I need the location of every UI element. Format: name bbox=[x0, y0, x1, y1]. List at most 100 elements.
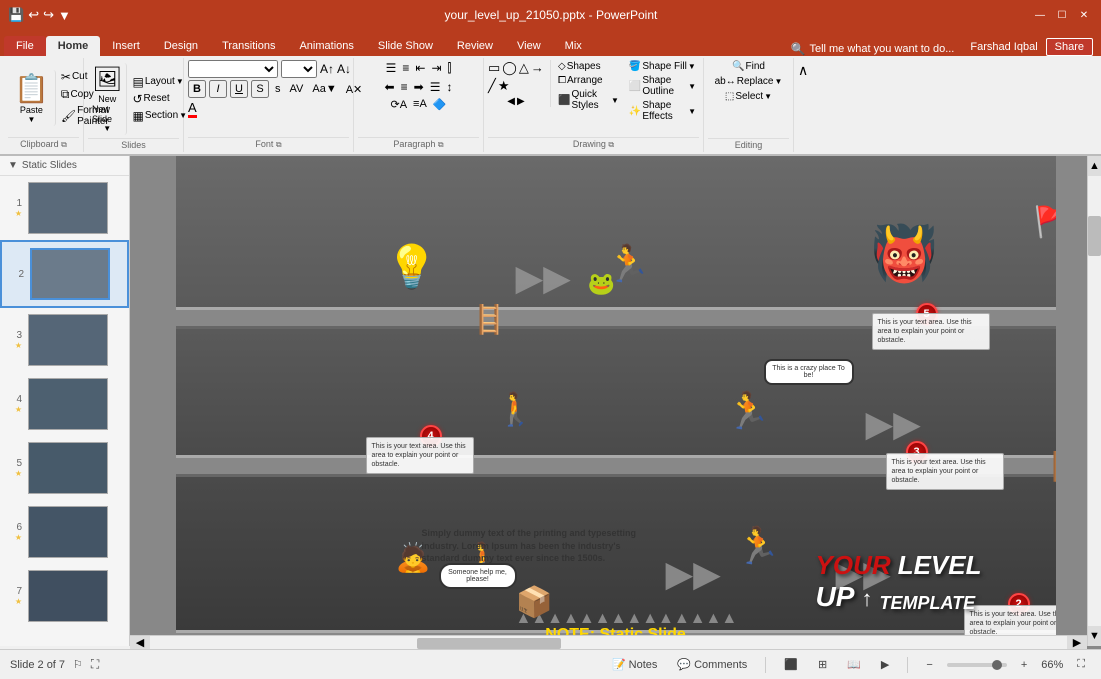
clipboard-dialog-icon[interactable]: ⧉ bbox=[61, 140, 67, 149]
font-color-button[interactable]: A bbox=[188, 100, 197, 118]
line-spacing-button[interactable]: ↕ bbox=[444, 79, 454, 95]
save-icon[interactable]: 💾 bbox=[8, 7, 24, 23]
line-shape[interactable]: ╱ bbox=[488, 78, 496, 94]
bold-button[interactable]: B bbox=[188, 80, 206, 98]
notes-button[interactable]: 📝 Notes bbox=[606, 656, 663, 673]
replace-button[interactable]: ab↔ Replace ▼ bbox=[712, 75, 786, 88]
collapse-ribbon-button[interactable]: ∧ bbox=[798, 62, 808, 79]
slide-thumb-4[interactable]: 4 ★ bbox=[0, 372, 129, 436]
quick-styles-button[interactable]: ⬛ Quick Styles ▼ bbox=[555, 88, 622, 112]
find-button[interactable]: 🔍 Find bbox=[729, 60, 768, 73]
columns-button[interactable]: ⫿ bbox=[446, 60, 454, 77]
tab-insert[interactable]: Insert bbox=[100, 36, 152, 56]
align-center-button[interactable]: ≡ bbox=[399, 79, 410, 95]
redo-icon[interactable]: ↪ bbox=[43, 7, 54, 23]
justify-button[interactable]: ☰ bbox=[428, 79, 443, 95]
fit-slide-button[interactable]: ⛶ bbox=[91, 657, 99, 672]
paragraph-dialog-icon[interactable]: ⧉ bbox=[438, 140, 444, 149]
tab-view[interactable]: View bbox=[505, 36, 553, 56]
zoom-in-button[interactable]: + bbox=[1015, 657, 1033, 673]
paste-button[interactable]: 📋 Paste ▼ bbox=[8, 70, 56, 126]
triangle-shape[interactable]: △ bbox=[519, 60, 529, 76]
speech-bubble-2[interactable]: Someone help me, please! bbox=[439, 563, 517, 589]
slide-preview-6 bbox=[28, 506, 108, 558]
share-button[interactable]: Share bbox=[1046, 38, 1093, 56]
slide-thumb-3[interactable]: 3 ★ bbox=[0, 308, 129, 372]
increase-font-button[interactable]: A↑ bbox=[320, 62, 334, 76]
tab-home[interactable]: Home bbox=[46, 36, 101, 56]
body-textbox[interactable]: Simply dummy text of the printing and ty… bbox=[422, 527, 652, 565]
slide-canvas[interactable]: ▲▲▲▲▲▲▲▲▲▲▲▲▲▲ ▶▶ ▶▶ ▶▶ ▶▶ 💡 👹 🏃 🏃 🚶 🚶 🏃… bbox=[176, 156, 1056, 649]
normal-view-button[interactable]: ⬛ bbox=[778, 656, 804, 673]
horizontal-scrollbar[interactable]: ◀ ▶ bbox=[130, 635, 1087, 649]
zoom-thumb[interactable] bbox=[992, 660, 1002, 670]
customize-icon[interactable]: ▼ bbox=[58, 8, 71, 23]
section-button[interactable]: ▦ Section ▼ bbox=[129, 108, 190, 124]
bullets-button[interactable]: ☰ bbox=[384, 60, 399, 77]
zoom-slider[interactable] bbox=[947, 663, 1007, 667]
spacing-button[interactable]: AV bbox=[287, 82, 307, 96]
tab-mix[interactable]: Mix bbox=[553, 36, 594, 56]
shape-effects-button[interactable]: ✨ Shape Effects ▼ bbox=[626, 99, 699, 123]
strikethrough-button[interactable]: S bbox=[251, 80, 269, 98]
slide-thumb-2[interactable]: 2 bbox=[0, 240, 129, 308]
minimize-button[interactable]: — bbox=[1031, 6, 1049, 24]
shape-more-right[interactable]: ▶ bbox=[517, 96, 525, 107]
textbox-3[interactable]: This is your text area. Use this area to… bbox=[886, 453, 1004, 490]
shadow-button[interactable]: s bbox=[272, 82, 284, 96]
close-button[interactable]: ✕ bbox=[1075, 6, 1093, 24]
oval-shape[interactable]: ◯ bbox=[502, 60, 517, 76]
tell-me-label[interactable]: Tell me what you want to do... bbox=[809, 43, 954, 55]
tab-transitions[interactable]: Transitions bbox=[210, 36, 287, 56]
zoom-out-button[interactable]: − bbox=[920, 657, 938, 673]
align-left-button[interactable]: ⬅ bbox=[383, 79, 397, 95]
font-dialog-icon[interactable]: ⧉ bbox=[276, 140, 282, 149]
maximize-button[interactable]: ☐ bbox=[1053, 6, 1071, 24]
slide-thumb-7[interactable]: 7 ★ bbox=[0, 564, 129, 628]
decrease-indent-button[interactable]: ⇤ bbox=[413, 60, 427, 77]
layout-button[interactable]: ▤ Layout ▼ bbox=[129, 74, 190, 90]
smartart-button[interactable]: 🔷 bbox=[431, 97, 449, 112]
case-button[interactable]: Aa▼ bbox=[309, 82, 339, 96]
slide-thumb-1[interactable]: 1 ★ bbox=[0, 176, 129, 240]
decrease-font-button[interactable]: A↓ bbox=[337, 62, 351, 76]
slide-thumb-6[interactable]: 6 ★ bbox=[0, 500, 129, 564]
undo-icon[interactable]: ↩ bbox=[28, 7, 39, 23]
tab-review[interactable]: Review bbox=[445, 36, 505, 56]
vertical-scrollbar[interactable]: ▲ ▼ bbox=[1087, 156, 1101, 646]
slide-thumb-5[interactable]: 5 ★ bbox=[0, 436, 129, 500]
shape-outline-button[interactable]: ⬜ Shape Outline ▼ bbox=[626, 74, 699, 98]
shapes-button[interactable]: ◇ Shapes bbox=[555, 60, 622, 73]
align-right-button[interactable]: ➡ bbox=[412, 79, 426, 95]
speech-bubble-1[interactable]: This is a crazy place To be! bbox=[764, 359, 854, 385]
tab-slideshow[interactable]: Slide Show bbox=[366, 36, 445, 56]
textbox-4[interactable]: This is your text area. Use this area to… bbox=[366, 437, 474, 474]
text-align-button[interactable]: ≡A bbox=[411, 97, 429, 112]
italic-button[interactable]: I bbox=[209, 80, 227, 98]
underline-button[interactable]: U bbox=[230, 80, 248, 98]
font-size-select[interactable] bbox=[281, 60, 317, 78]
tab-animations[interactable]: Animations bbox=[287, 36, 365, 56]
increase-indent-button[interactable]: ⇥ bbox=[429, 60, 443, 77]
tab-design[interactable]: Design bbox=[152, 36, 210, 56]
drawing-dialog-icon[interactable]: ⧉ bbox=[608, 140, 614, 149]
arrange-button[interactable]: ⧠ Arrange bbox=[555, 74, 622, 87]
fit-window-button[interactable]: ⛶ bbox=[1071, 656, 1091, 673]
star-shape[interactable]: ★ bbox=[498, 78, 510, 94]
font-family-select[interactable] bbox=[188, 60, 278, 78]
new-slide-button[interactable]: 🖼 New New Slide ▼ bbox=[88, 63, 127, 135]
select-button[interactable]: ⬚ Select ▼ bbox=[722, 90, 775, 103]
rectangle-shape[interactable]: ▭ bbox=[488, 60, 500, 76]
reading-view-button[interactable]: 📖 bbox=[841, 656, 867, 673]
arrow-shape[interactable]: → bbox=[531, 60, 544, 76]
slideshow-button[interactable]: ▶ bbox=[875, 656, 895, 673]
numbering-button[interactable]: ≡ bbox=[400, 60, 411, 77]
shape-fill-button[interactable]: 🪣 Shape Fill ▼ bbox=[626, 60, 699, 73]
slide-sorter-button[interactable]: ⊞ bbox=[812, 656, 833, 673]
comments-button[interactable]: 💬 Comments bbox=[671, 656, 753, 673]
tab-file[interactable]: File bbox=[4, 36, 46, 56]
reset-button[interactable]: ↺ Reset bbox=[129, 91, 190, 107]
shape-more-left[interactable]: ◀ bbox=[507, 96, 515, 107]
textbox-5[interactable]: This is your text area. Use this area to… bbox=[872, 313, 990, 350]
text-direction-button[interactable]: ⟳A bbox=[388, 97, 409, 112]
